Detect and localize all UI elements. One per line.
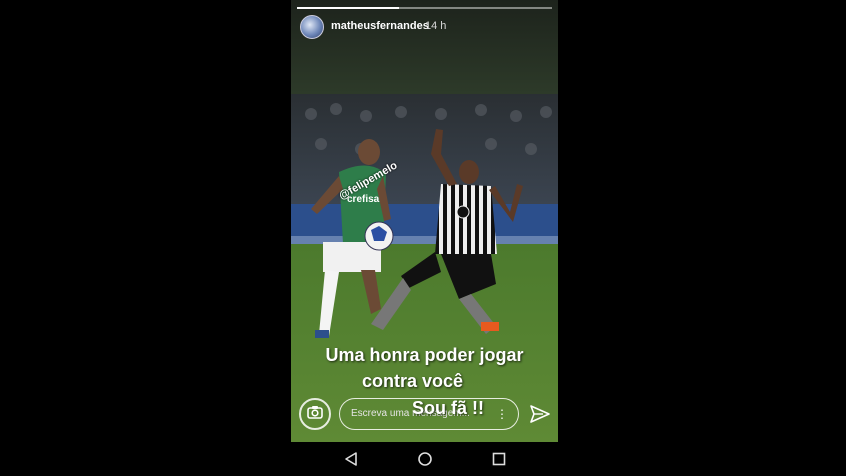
story-caption-line3: Sou fã !! [412,398,484,418]
story-viewer[interactable]: matheusfernandes 14 h crefisa @felipemel… [291,0,558,442]
story-caption-line2: contra você [361,371,464,391]
avatar[interactable] [300,15,324,39]
send-button[interactable] [529,403,551,425]
story-progress-fill [297,7,399,9]
camera-button[interactable] [299,398,331,430]
story-timestamp: 14 h [425,20,447,32]
nav-back-icon [343,452,359,471]
nav-home-button[interactable] [417,451,433,472]
story-caption-line1: Uma honra poder jogar [325,345,524,365]
story-progress-bar [297,7,552,9]
story-username[interactable]: matheusfernandes [331,20,429,32]
nav-home-icon [417,452,433,471]
camera-icon [307,405,323,424]
nav-recents-button[interactable] [491,451,507,472]
send-icon [529,405,551,429]
story-header: matheusfernandes 14 h [291,0,558,94]
kebab-menu-icon[interactable]: ⋮ [496,407,508,421]
nav-back-button[interactable] [343,451,359,472]
nav-recents-icon [491,452,507,471]
